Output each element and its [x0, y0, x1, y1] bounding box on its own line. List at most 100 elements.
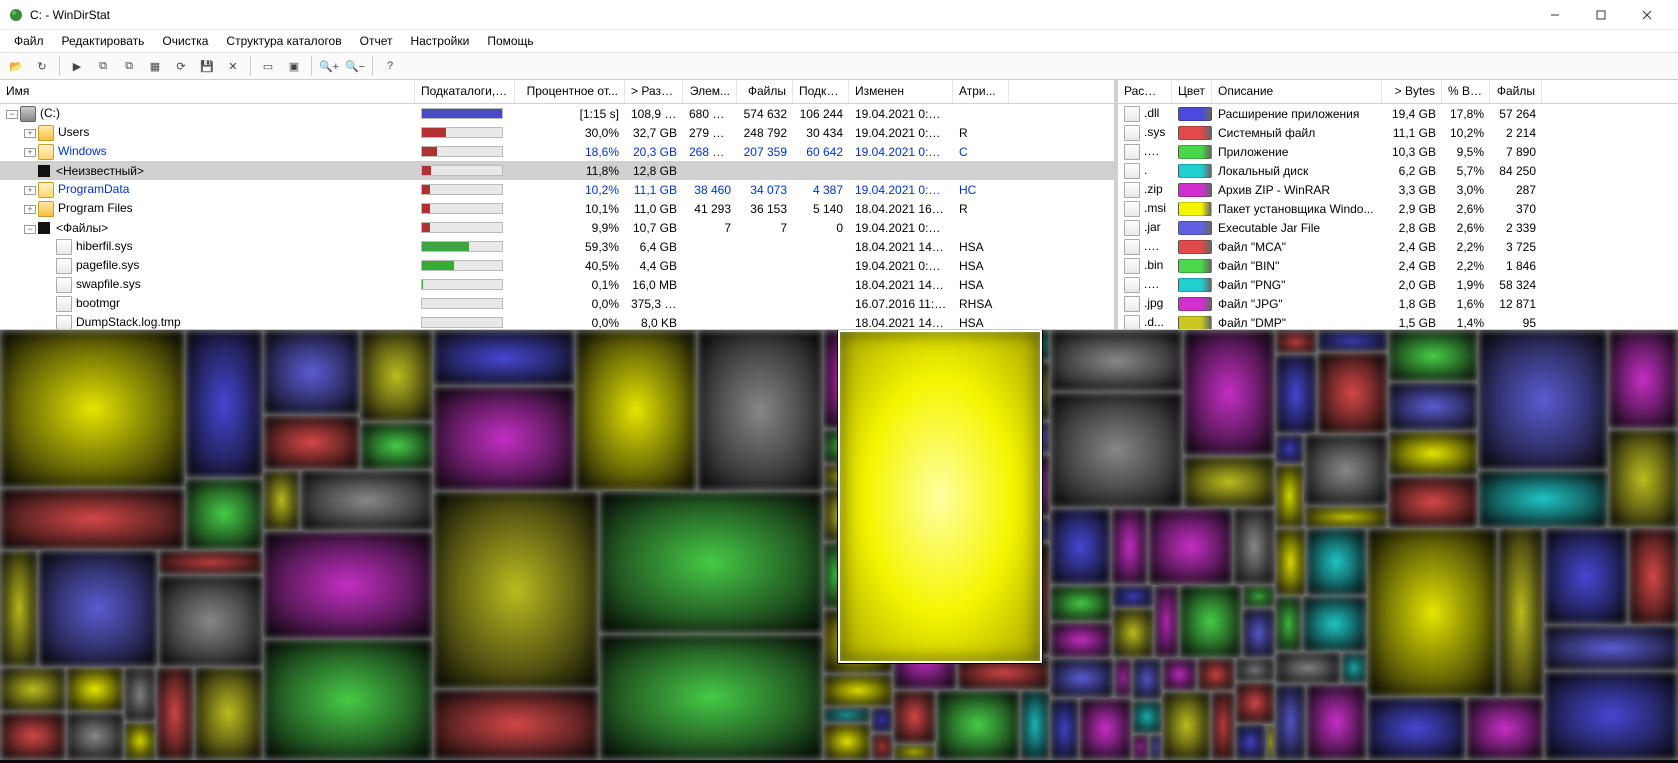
cycle-icon[interactable]: ⟳: [169, 54, 193, 78]
treemap-block[interactable]: [300, 470, 433, 531]
ext-row[interactable]: .zipАрхив ZIP - WinRAR3,3 GB3,0%287: [1118, 180, 1678, 199]
tree-col-3[interactable]: > Размер: [625, 80, 683, 103]
treemap-block[interactable]: [1132, 658, 1162, 700]
treemap-block[interactable]: [1275, 684, 1306, 760]
copy2-icon[interactable]: ⧉: [117, 54, 141, 78]
treemap-block[interactable]: [871, 707, 893, 733]
treemap-block[interactable]: [1388, 431, 1478, 476]
treemap-block[interactable]: [1050, 508, 1111, 585]
open-icon[interactable]: 📂: [4, 54, 28, 78]
treemap-block[interactable]: [1275, 652, 1341, 684]
treemap-block[interactable]: [1367, 697, 1466, 760]
treemap-block[interactable]: [433, 330, 575, 386]
treemap[interactable]: [0, 330, 1678, 763]
treemap-block[interactable]: [1498, 528, 1544, 697]
treemap-block[interactable]: [1242, 608, 1275, 658]
treemap-block[interactable]: [1242, 585, 1275, 608]
treemap-block[interactable]: [1317, 330, 1388, 352]
tree-row[interactable]: pagefile.sys40,5%4,4 GB19.04.2021 0:36:2…: [0, 256, 1114, 275]
treemap-block[interactable]: [433, 491, 599, 689]
menu-4[interactable]: Отчет: [352, 32, 401, 50]
treemap-block[interactable]: [0, 330, 185, 488]
treemap-block[interactable]: [1235, 724, 1266, 760]
tree-col-4[interactable]: Элем...: [683, 80, 737, 103]
treemap-block[interactable]: [1544, 625, 1678, 671]
treemap-block[interactable]: [1275, 434, 1304, 464]
treemap-block[interactable]: [185, 330, 263, 478]
treemap-block[interactable]: [1132, 734, 1149, 760]
treemap-block[interactable]: [1608, 330, 1678, 429]
treemap-block[interactable]: [263, 470, 300, 531]
tree-col-0[interactable]: Имя: [0, 80, 415, 103]
treemap-block[interactable]: [1275, 330, 1317, 354]
tree-row[interactable]: bootmgr0,0%375,3 KB16.07.2016 11:43:00RH…: [0, 294, 1114, 313]
tree-col-1[interactable]: Подкаталоги, %: [415, 80, 515, 103]
ext-col-3[interactable]: > Bytes: [1382, 80, 1442, 103]
close-button[interactable]: [1624, 0, 1670, 30]
delete-icon[interactable]: ✕: [221, 54, 245, 78]
treemap-block[interactable]: [66, 667, 124, 712]
treemap-block[interactable]: [156, 667, 194, 760]
ext-body[interactable]: .dllРасширение приложения19,4 GB17,8%57 …: [1118, 104, 1678, 329]
treemap-block[interactable]: [1608, 429, 1678, 528]
treemap-block[interactable]: [263, 639, 433, 760]
ext-row[interactable]: .binФайл "BIN"2,4 GB2,2%1 846: [1118, 256, 1678, 275]
menu-1[interactable]: Редактировать: [54, 32, 153, 50]
ext-row[interactable]: .dllРасширение приложения19,4 GB17,8%57 …: [1118, 104, 1678, 123]
tree-row[interactable]: +Windows18,6%20,3 GB268 001207 35960 642…: [0, 142, 1114, 161]
treemap-block[interactable]: [0, 667, 66, 712]
expander-icon[interactable]: +: [24, 148, 36, 157]
treemap-block[interactable]: [1162, 658, 1197, 691]
treemap-block[interactable]: [1478, 330, 1608, 470]
toggle-icon[interactable]: ▣: [282, 54, 306, 78]
maximize-button[interactable]: [1578, 0, 1624, 30]
tree-row[interactable]: swapfile.sys0,1%16,0 MB18.04.2021 14:56:…: [0, 275, 1114, 294]
treemap-block[interactable]: [185, 478, 263, 550]
treemap-block[interactable]: [1304, 506, 1388, 528]
treemap-block[interactable]: [1050, 622, 1112, 658]
treemap-block[interactable]: [1302, 596, 1367, 652]
tree-row[interactable]: +Users30,0%32,7 GB279 226248 79230 43419…: [0, 123, 1114, 142]
treemap-block[interactable]: [1388, 476, 1478, 528]
tree-row[interactable]: DumpStack.log.tmp0,0%8,0 KB18.04.2021 14…: [0, 313, 1114, 329]
treemap-block[interactable]: [1050, 330, 1183, 392]
tree-row[interactable]: <Неизвестный>11,8%12,8 GB: [0, 161, 1114, 180]
treemap-block[interactable]: [1388, 330, 1478, 382]
treemap-block[interactable]: [1114, 658, 1132, 698]
tree-row[interactable]: −<Файлы>9,9%10,7 GB77019.04.2021 0:36:29: [0, 218, 1114, 237]
treemap-block[interactable]: [66, 712, 124, 760]
treemap-block[interactable]: [1367, 528, 1498, 697]
treemap-block[interactable]: [1235, 682, 1275, 724]
tree-row[interactable]: +Program Files10,1%11,0 GB41 29336 1535 …: [0, 199, 1114, 218]
tree-col-7[interactable]: Изменен: [849, 80, 953, 103]
tree-col-6[interactable]: Подка...: [793, 80, 849, 103]
zoom-in-icon[interactable]: 🔍+: [317, 54, 341, 78]
help-icon[interactable]: ?: [378, 54, 402, 78]
treemap-block[interactable]: [823, 674, 893, 707]
treemap-block[interactable]: [263, 330, 360, 415]
zoom-out-icon[interactable]: 🔍−: [343, 54, 367, 78]
tree-col-5[interactable]: Файлы: [737, 80, 793, 103]
expander-icon[interactable]: −: [6, 110, 18, 119]
ext-row[interactable]: .jarExecutable Jar File2,8 GB2,6%2 339: [1118, 218, 1678, 237]
treemap-block[interactable]: [1275, 596, 1302, 652]
treemap-block[interactable]: [0, 712, 66, 760]
treemap-block[interactable]: [433, 689, 599, 760]
tree-col-8[interactable]: Атри...: [953, 80, 1009, 103]
treemap-block[interactable]: [1050, 698, 1079, 760]
treemap-block[interactable]: [124, 667, 156, 722]
treemap-block[interactable]: [575, 330, 697, 491]
treemap-block[interactable]: [1050, 658, 1114, 698]
treemap-block[interactable]: [1050, 585, 1112, 622]
treemap-block[interactable]: [893, 744, 936, 760]
tree-row[interactable]: hiberfil.sys59,3%6,4 GB18.04.2021 14:56:…: [0, 237, 1114, 256]
treemap-block[interactable]: [263, 415, 360, 470]
treemap-block[interactable]: [1050, 392, 1183, 508]
ext-col-1[interactable]: Цвет: [1172, 80, 1212, 103]
ext-row[interactable]: .pngФайл "PNG"2,0 GB1,9%58 324: [1118, 275, 1678, 294]
treemap-block[interactable]: [194, 667, 263, 760]
treemap-block[interactable]: [1388, 382, 1478, 431]
treemap-block[interactable]: [1132, 700, 1162, 734]
tree-row[interactable]: +ProgramData10,2%11,1 GB38 46034 0734 38…: [0, 180, 1114, 199]
treemap-block[interactable]: [360, 330, 433, 422]
